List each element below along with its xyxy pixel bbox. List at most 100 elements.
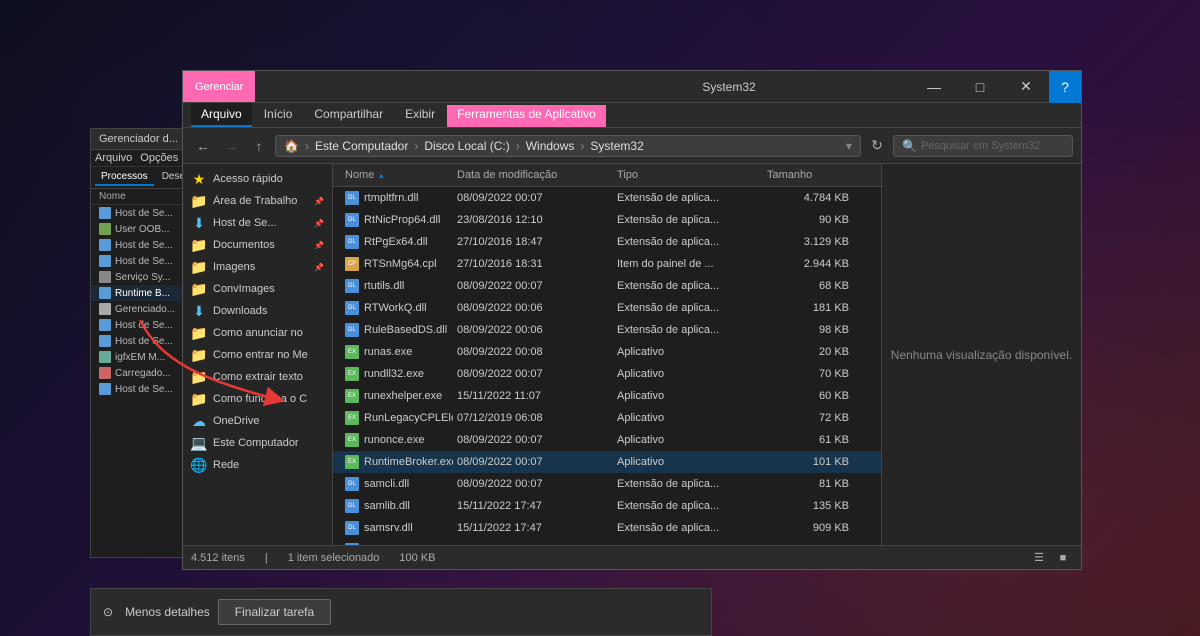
nav-imagens[interactable]: 📁 Imagens 📌: [183, 256, 332, 278]
col-tipo[interactable]: Tipo: [613, 167, 763, 183]
cell-extra: [853, 504, 873, 508]
cell-date: 23/08/2016 12:10: [453, 212, 613, 228]
nav-rede[interactable]: 🌐 Rede: [183, 454, 332, 476]
col-data[interactable]: Data de modificação: [453, 167, 613, 183]
table-row[interactable]: CP RTSnMg64.cpl 27/10/2016 18:31 Item do…: [333, 253, 881, 275]
cell-size: 98 KB: [763, 322, 853, 338]
end-task-button[interactable]: Finalizar tarefa: [218, 599, 331, 625]
cell-type: Aplicativo: [613, 454, 763, 470]
table-row[interactable]: DL RTWorkQ.dll 08/09/2022 00:06 Extensão…: [333, 297, 881, 319]
cell-date: 07/12/2019 06:08: [453, 410, 613, 426]
chevron-up-icon[interactable]: ⊙: [103, 605, 113, 619]
folder-icon: 📁: [191, 237, 207, 253]
nav-como-funciona[interactable]: 📁 Como funciona o C: [183, 388, 332, 410]
table-row[interactable]: EX runas.exe 08/09/2022 00:08 Aplicativo…: [333, 341, 881, 363]
star-icon: ★: [191, 171, 207, 187]
col-tamanho[interactable]: Tamanho: [763, 167, 853, 183]
help-button[interactable]: ?: [1049, 71, 1081, 103]
cell-name: DL rtmpltfrn.dll: [341, 189, 453, 207]
table-row[interactable]: EX rundll32.exe 08/09/2022 00:07 Aplicat…: [333, 363, 881, 385]
nav-downloads2[interactable]: ⬇ Downloads: [183, 300, 332, 322]
back-button[interactable]: ←: [191, 134, 215, 158]
cell-type: Extensão de aplica...: [613, 190, 763, 206]
cell-name: DL RtNicProp64.dll: [341, 211, 453, 229]
address-path[interactable]: 🏠 › Este Computador › Disco Local (C:) ›…: [275, 135, 861, 157]
window-title: System32: [547, 71, 911, 102]
cell-type: Aplicativo: [613, 366, 763, 382]
cell-extra: [853, 394, 873, 398]
ribbon-tab-exibir[interactable]: Exibir: [395, 103, 445, 127]
cell-type: Extensão de aplica...: [613, 234, 763, 250]
exe-icon: EX: [345, 389, 359, 403]
table-row[interactable]: EX runonce.exe 08/09/2022 00:07 Aplicati…: [333, 429, 881, 451]
dll-icon: DL: [345, 323, 359, 337]
file-list: Nome Data de modificação Tipo Tamanho DL…: [333, 164, 881, 545]
folder-icon: 📁: [191, 325, 207, 341]
dll-icon: DL: [345, 235, 359, 249]
refresh-button[interactable]: ↻: [865, 134, 889, 158]
large-icons-button[interactable]: ■: [1053, 549, 1073, 567]
table-row[interactable]: DL samcli.dll 08/09/2022 00:07 Extensão …: [333, 473, 881, 495]
path-computador[interactable]: Este Computador: [315, 139, 408, 153]
cell-name: DL rtutils.dll: [341, 277, 453, 295]
path-disco[interactable]: Disco Local (C:): [424, 139, 509, 153]
cell-name: EX RunLegacyCPLElevated.exe: [341, 409, 453, 427]
nav-como-entrar[interactable]: 📁 Como entrar no Me: [183, 344, 332, 366]
cell-size: 2.944 KB: [763, 256, 853, 272]
maximize-button[interactable]: □: [957, 71, 1003, 103]
nav-documentos[interactable]: 📁 Documentos 📌: [183, 234, 332, 256]
cell-size: 81 KB: [763, 476, 853, 492]
network-icon: 🌐: [191, 457, 207, 473]
close-button[interactable]: ✕: [1003, 71, 1049, 103]
dll-icon: DL: [345, 499, 359, 513]
forward-button[interactable]: →: [219, 134, 243, 158]
search-box[interactable]: 🔍 Pesquisar em System32: [893, 135, 1073, 157]
path-windows[interactable]: Windows: [526, 139, 575, 153]
table-row[interactable]: DL rtmpltfrn.dll 08/09/2022 00:07 Extens…: [333, 187, 881, 209]
nav-area-trabalho[interactable]: 📁 Área de Trabalho 📌: [183, 190, 332, 212]
nav-como-extrair[interactable]: 📁 Como extrair texto: [183, 366, 332, 388]
ribbon-tab-inicio[interactable]: Início: [254, 103, 303, 127]
cell-date: 15/11/2022 17:47: [453, 498, 613, 514]
tm-menu-arquivo[interactable]: Arquivo: [95, 152, 132, 164]
path-dropdown[interactable]: ▾: [846, 139, 852, 153]
cpl-icon: CP: [345, 257, 359, 271]
table-row[interactable]: EX RunLegacyCPLElevated.exe 07/12/2019 0…: [333, 407, 881, 429]
table-row[interactable]: DL RuleBasedDS.dll 08/09/2022 00:06 Exte…: [333, 319, 881, 341]
cell-extra: [853, 460, 873, 464]
less-details-text[interactable]: Menos detalhes: [125, 605, 210, 619]
table-row[interactable]: DL RtNicProp64.dll 23/08/2016 12:10 Exte…: [333, 209, 881, 231]
table-row[interactable]: EX RuntimeBroker.exe 08/09/2022 00:07 Ap…: [333, 451, 881, 473]
nav-acesso-rapido[interactable]: ★ Acesso rápido: [183, 168, 332, 190]
cell-name: EX runexhelper.exe: [341, 387, 453, 405]
nav-onedrive[interactable]: ☁ OneDrive: [183, 410, 332, 432]
download-folder-icon: ⬇: [191, 215, 207, 231]
ribbon-tab-ferramentas[interactable]: Ferramentas de Aplicativo: [447, 105, 606, 127]
search-icon: 🔍: [902, 139, 917, 153]
col-nome[interactable]: Nome: [341, 167, 453, 183]
cell-name: EX RuntimeBroker.exe: [341, 453, 453, 471]
titlebar-controls: — □ ✕ ?: [911, 71, 1081, 102]
cell-date: 15/11/2022 11:07: [453, 388, 613, 404]
table-row[interactable]: EX runexhelper.exe 15/11/2022 11:07 Apli…: [333, 385, 881, 407]
ribbon-tab-arquivo[interactable]: Arquivo: [191, 103, 252, 127]
tab-processos[interactable]: Processos: [95, 169, 154, 186]
table-row[interactable]: DL rtutils.dll 08/09/2022 00:07 Extensão…: [333, 275, 881, 297]
table-row[interactable]: DL samlib.dll 15/11/2022 17:47 Extensão …: [333, 495, 881, 517]
manage-tab[interactable]: Gerenciar: [183, 71, 255, 102]
minimize-button[interactable]: —: [911, 71, 957, 103]
ribbon-tab-compartilhar[interactable]: Compartilhar: [304, 103, 393, 127]
path-system32[interactable]: System32: [590, 139, 643, 153]
table-row[interactable]: DL RtPgEx64.dll 27/10/2016 18:47 Extensã…: [333, 231, 881, 253]
nav-downloads[interactable]: ⬇ Host de Se... 📌: [183, 212, 332, 234]
up-button[interactable]: ↑: [247, 134, 271, 158]
nav-convimages[interactable]: 📁 ConvImages: [183, 278, 332, 300]
tm-menu-opcoes[interactable]: Opções: [140, 152, 178, 164]
details-view-button[interactable]: ☰: [1029, 549, 1049, 567]
nav-este-computador[interactable]: 💻 Este Computador: [183, 432, 332, 454]
cell-name: DL RuleBasedDS.dll: [341, 321, 453, 339]
cell-type: Extensão de aplica...: [613, 278, 763, 294]
nav-como-anunciar[interactable]: 📁 Como anunciar no: [183, 322, 332, 344]
file-rows-container: DL rtmpltfrn.dll 08/09/2022 00:07 Extens…: [333, 187, 881, 545]
table-row[interactable]: DL samsrv.dll 15/11/2022 17:47 Extensão …: [333, 517, 881, 539]
